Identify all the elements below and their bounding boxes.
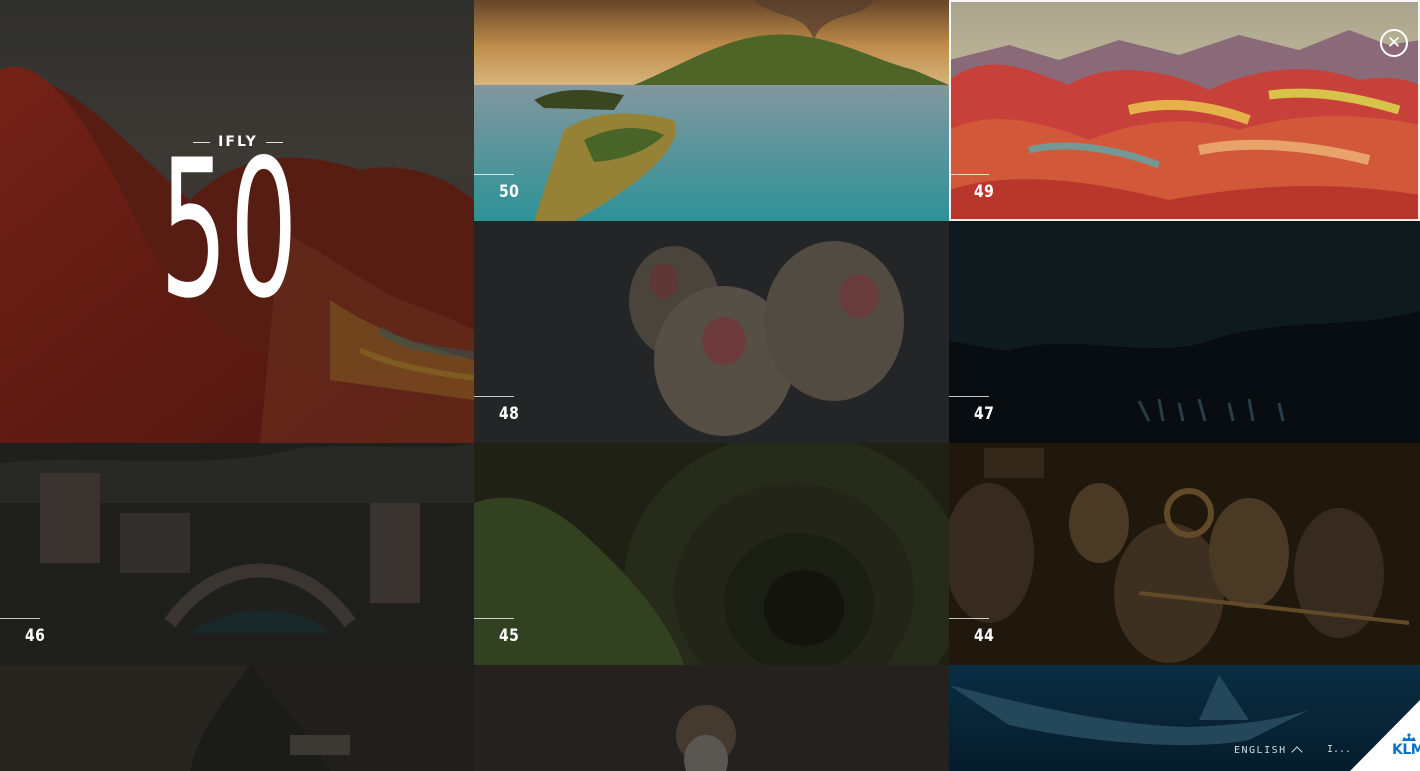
coastal-cliffs-image <box>0 665 474 771</box>
photo-tile-44[interactable]: 44 <box>949 443 1420 665</box>
dark-cave-image <box>949 221 1420 443</box>
tile-number: 46 <box>25 626 46 646</box>
tile-number-rule <box>949 396 989 397</box>
spiral-well-image <box>474 443 949 665</box>
tile-number-rule <box>0 618 40 619</box>
tile-number: 48 <box>499 404 520 424</box>
tile-number: 50 <box>499 182 520 202</box>
photo-tile-bearded-man[interactable] <box>474 665 949 771</box>
photo-tile-50[interactable]: 50 <box>474 0 949 221</box>
tile-number: 47 <box>974 404 995 424</box>
tile-number: 44 <box>974 626 995 646</box>
photo-tile-46[interactable]: 46 <box>0 443 474 665</box>
tile-number-rule <box>474 174 514 175</box>
hero-tile: IFLY 50 <box>0 0 474 443</box>
photo-tile-49[interactable]: 49 <box>949 0 1420 221</box>
chevron-up-icon <box>1290 746 1303 758</box>
volcano-island-image <box>474 0 949 221</box>
language-selector[interactable]: ENGLISH <box>1234 744 1303 758</box>
close-icon[interactable]: ✕ <box>1380 29 1408 57</box>
hero-number: 50 <box>160 119 300 340</box>
rainbow-mountains-image <box>949 0 1420 221</box>
tile-number-rule <box>949 174 989 175</box>
photo-tile-coastal-cliffs[interactable] <box>0 665 474 771</box>
klm-logo-text[interactable]: KLM <box>1392 742 1420 758</box>
bearded-man-image <box>474 665 949 771</box>
photo-grid: IFLY 50 50 49 48 47 46 45 44 <box>0 0 1420 771</box>
photo-tile-48[interactable]: 48 <box>474 221 949 443</box>
more-menu[interactable]: I... <box>1327 744 1351 755</box>
old-town-bridge-image <box>0 443 474 665</box>
tile-number: 49 <box>974 182 995 202</box>
tile-number-rule <box>949 618 989 619</box>
tile-number: 45 <box>499 626 520 646</box>
tile-number-rule <box>474 618 514 619</box>
photo-tile-45[interactable]: 45 <box>474 443 949 665</box>
tile-number-rule <box>474 396 514 397</box>
photo-tile-47[interactable]: 47 <box>949 221 1420 443</box>
klm-crown-icon <box>1402 733 1416 741</box>
snow-monkeys-image <box>474 221 949 443</box>
language-label: ENGLISH <box>1234 744 1287 756</box>
jazz-band-image <box>949 443 1420 665</box>
